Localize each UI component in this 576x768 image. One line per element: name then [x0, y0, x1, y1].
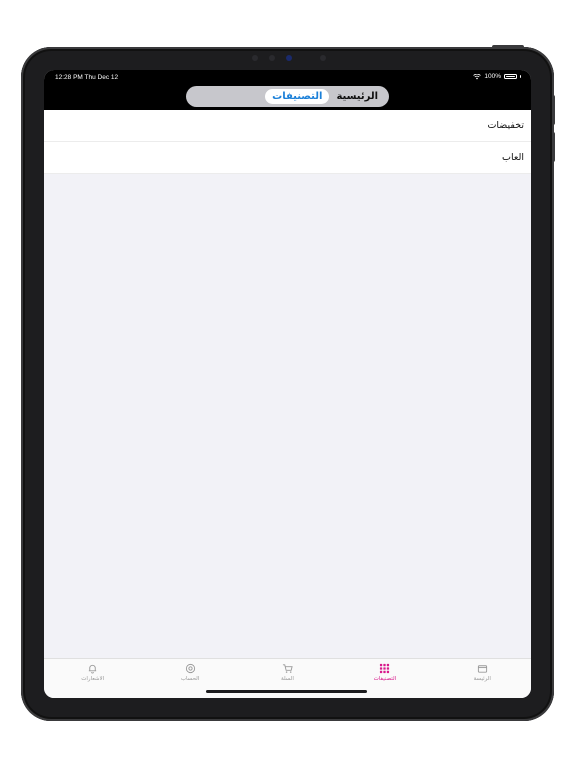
bell-icon — [89, 664, 97, 674]
sensor-dot — [269, 55, 275, 61]
list-item[interactable]: تخفيضات — [44, 110, 531, 142]
screen: 12:28 PM Thu Dec 12 100% الرئيسية التصني… — [44, 70, 531, 698]
grid-icon — [380, 663, 390, 674]
camera-icon — [286, 55, 292, 61]
home-indicator[interactable] — [206, 690, 367, 693]
status-indicators: 100% — [473, 73, 521, 80]
tab-cart[interactable]: السلة — [257, 663, 317, 682]
battery-percent: 100% — [484, 73, 501, 80]
tab-label: التصنيفات — [373, 676, 397, 682]
wifi-icon — [473, 73, 482, 79]
tab-label: الرئيسة — [473, 676, 491, 682]
segment-home[interactable]: الرئيسية — [329, 89, 385, 104]
tab-label: الحساب — [180, 676, 200, 682]
tab-label: الاشعارات — [81, 676, 105, 682]
segment-categories[interactable]: التصنيفات — [265, 89, 330, 104]
tab-home[interactable]: الرئيسة — [452, 663, 512, 682]
sensor-dot — [320, 55, 326, 61]
battery-cap — [520, 75, 521, 78]
store-icon — [477, 665, 487, 673]
cart-icon — [282, 664, 293, 673]
battery-icon — [504, 74, 517, 79]
segmented-control: الرئيسية التصنيفات — [186, 86, 389, 107]
category-list: تخفيضات العاب — [44, 110, 531, 174]
sensor-dot — [252, 55, 258, 61]
tab-categories[interactable]: التصنيفات — [355, 663, 415, 682]
tab-label: السلة — [281, 676, 294, 682]
account-icon — [185, 663, 195, 674]
tab-notifications[interactable]: الاشعارات — [63, 663, 123, 682]
status-time: 12:28 PM Thu Dec 12 — [55, 74, 119, 81]
tab-account[interactable]: الحساب — [160, 663, 220, 682]
status-bar: 12:28 PM Thu Dec 12 100% الرئيسية التصني… — [44, 70, 531, 110]
list-item[interactable]: العاب — [44, 142, 531, 174]
